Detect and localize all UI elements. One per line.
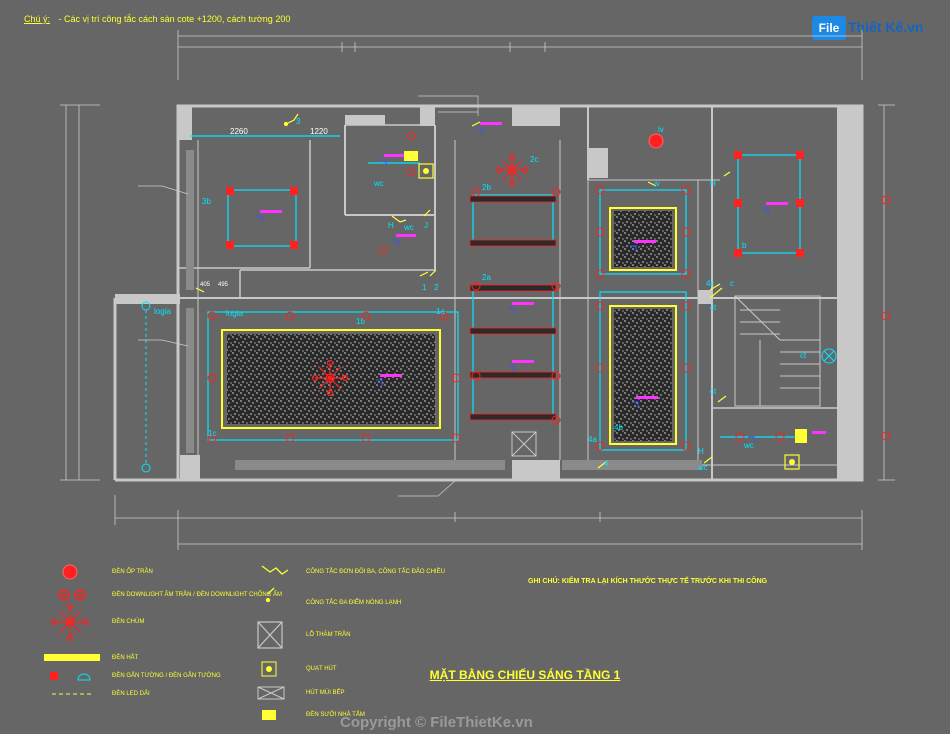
legend-range-hood: HÚT MÙI BẾP: [306, 690, 345, 696]
label-wc-4: wc: [697, 463, 708, 472]
label-3b: 3b: [202, 197, 211, 206]
label-iv-2: iv: [654, 179, 660, 188]
label-2c: 2c: [530, 155, 538, 164]
dimension-text: 2260 1220 405 495: [200, 127, 328, 288]
label-H-1: H: [388, 221, 394, 230]
dim-1220: 1220: [310, 127, 328, 136]
legend-ceiling-lamp: ĐÈN ỐP TRẦN: [112, 569, 153, 575]
legend-exhaust-fan: QUẠT HÚT: [306, 666, 337, 672]
label-c: c: [730, 279, 734, 288]
legend-symbols: [44, 564, 289, 720]
legend-led-strip: ĐÈN LED DẢI: [112, 691, 150, 697]
staircase: [734, 295, 821, 407]
label-J: J: [424, 221, 428, 230]
label-1b: 1b: [356, 317, 365, 326]
general-note: GHI CHÚ: KIỂM TRA LẠI KÍCH THƯỚC THỰC TẾ…: [528, 578, 768, 585]
drawing-title: MẶT BẰNG CHIẾU SÁNG TẦNG 1: [429, 668, 621, 682]
legend-heater-switch: CÔNG TẮC ĐA ĐIỂM NÓNG LẠNH: [306, 600, 402, 606]
label-1a: 1a: [436, 307, 445, 316]
label-wc-2: wc: [403, 223, 414, 232]
label-4b: 4b: [614, 423, 623, 432]
side-dimensions: [60, 104, 895, 481]
watermark: Copyright © FileThietKe.vn: [340, 714, 533, 731]
label-wc-3: wc: [743, 441, 754, 450]
label-H-3: H: [698, 447, 704, 456]
top-dimensions: [177, 30, 863, 80]
drawing-canvas: Chú ý: - Các vị trí công tắc cách sàn co…: [0, 0, 950, 734]
legend-cove-light: ĐÈN HẮT: [112, 655, 139, 661]
label-1: 1: [422, 283, 427, 292]
label-2: 2: [434, 283, 439, 292]
label-3: 3: [296, 117, 301, 126]
legend-chandelier: ĐÈN CHÙM: [112, 619, 145, 625]
label-1c: 1c: [208, 429, 216, 438]
dim-495: 495: [218, 282, 229, 288]
ceiling-lamp: [648, 133, 664, 149]
bottom-dimensions: [114, 495, 863, 550]
label-4: 4: [604, 459, 609, 468]
dim-2260: 2260: [230, 127, 248, 136]
legend-switch: CÔNG TẮC ĐƠN ĐÔI BA, CÔNG TẮC ĐẢO CHIỀU: [306, 569, 445, 575]
label-4a: 4a: [588, 435, 597, 444]
legend-downlight: ĐÈN DOWNLIGHT ÂM TRẦN / ĐÈN DOWNLIGHT CH…: [112, 592, 283, 598]
chandelier-2c: [495, 153, 529, 187]
label-ct-2: ct: [800, 351, 807, 360]
label-iv-1: iv: [658, 125, 664, 134]
legend-wall-lamp: ĐÈN GẮN TƯỜNG / ĐÈN GẮN TƯỜNG: [112, 673, 221, 679]
label-4c: 4c: [706, 279, 714, 288]
label-b: b: [742, 241, 747, 250]
label-H-2: H: [710, 179, 716, 188]
label-loggia-1: logia: [154, 307, 171, 316]
label-ct-3: ct: [710, 387, 717, 396]
ceiling-access: [511, 431, 537, 457]
label-ct-1: ct: [710, 303, 717, 312]
label-2b: 2b: [482, 183, 491, 192]
dim-405: 405: [200, 282, 211, 288]
label-loggia-2: logia: [226, 309, 243, 318]
legend-ceiling-access: LỖ THĂM TRẦN: [306, 632, 351, 638]
label-wc-1: wc: [373, 179, 384, 188]
label-2a: 2a: [482, 273, 491, 282]
